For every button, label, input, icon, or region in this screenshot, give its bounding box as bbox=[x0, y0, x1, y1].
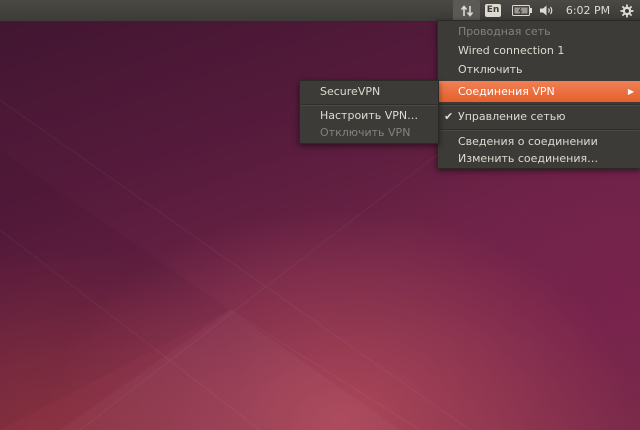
menu-item-disconnect-vpn: Отключить VPN bbox=[300, 123, 438, 142]
network-menu: Проводная сеть Wired connection 1 Отключ… bbox=[437, 20, 640, 169]
menu-item-enable-networking[interactable]: ✔ Управление сетью bbox=[438, 107, 640, 126]
battery-indicator[interactable] bbox=[510, 0, 534, 21]
menu-item-edit-connections[interactable]: Изменить соединения… bbox=[438, 149, 640, 168]
menu-separator bbox=[439, 129, 639, 131]
menu-item-disconnect[interactable]: Отключить bbox=[438, 60, 640, 79]
vpn-submenu: SecureVPN Настроить VPN… Отключить VPN bbox=[299, 80, 439, 144]
menu-item-label: Соединения VPN bbox=[458, 85, 555, 98]
menu-separator bbox=[301, 104, 437, 106]
menu-item-label: SecureVPN bbox=[320, 85, 381, 98]
top-panel: En 6:02 PM bbox=[0, 0, 640, 22]
menu-item-label: Wired connection 1 bbox=[458, 44, 565, 57]
menu-item-label: Проводная сеть bbox=[458, 25, 551, 38]
clock-indicator[interactable]: 6:02 PM bbox=[562, 0, 614, 21]
battery-icon bbox=[512, 5, 532, 16]
session-indicator[interactable] bbox=[617, 0, 637, 21]
menu-item-wired-network-header: Проводная сеть bbox=[438, 22, 640, 41]
sound-indicator[interactable] bbox=[538, 0, 556, 21]
keyboard-layout-indicator[interactable]: En bbox=[483, 0, 503, 21]
gear-icon bbox=[620, 4, 634, 17]
menu-item-label: Отключить bbox=[458, 63, 523, 76]
menu-item-label: Управление сетью bbox=[458, 110, 566, 123]
menu-item-vpn-connections[interactable]: Соединения VPN ▶ bbox=[438, 81, 640, 102]
clock-label: 6:02 PM bbox=[565, 4, 611, 17]
checkmark-icon: ✔ bbox=[444, 110, 454, 123]
menu-item-label: Отключить VPN bbox=[320, 126, 411, 139]
submenu-arrow-icon: ▶ bbox=[627, 87, 634, 96]
menu-item-securevpn[interactable]: SecureVPN bbox=[300, 82, 438, 101]
menu-item-label: Настроить VPN… bbox=[320, 109, 419, 122]
speaker-icon bbox=[540, 5, 553, 16]
network-updown-icon bbox=[460, 4, 473, 17]
menu-item-label: Сведения о соединении bbox=[458, 135, 598, 148]
menu-separator bbox=[439, 104, 639, 106]
network-indicator[interactable] bbox=[453, 0, 480, 21]
menu-item-label: Изменить соединения… bbox=[458, 152, 599, 165]
menu-item-wired-connection-1[interactable]: Wired connection 1 bbox=[438, 41, 640, 60]
keyboard-layout-label: En bbox=[484, 4, 502, 17]
